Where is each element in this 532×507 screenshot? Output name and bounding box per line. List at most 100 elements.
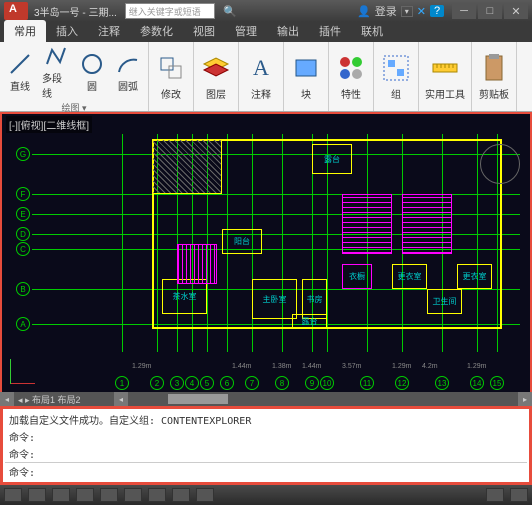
clipboard-button[interactable]: 剪贴板 xyxy=(478,52,510,101)
dim-8: 1.29m xyxy=(467,363,486,370)
room-study: 书房 xyxy=(302,279,327,319)
search-icon[interactable]: 🔍 xyxy=(223,4,237,18)
circle-label: 圆 xyxy=(87,78,97,93)
room-dressing-2: 更衣室 xyxy=(457,264,492,289)
ortho-button[interactable] xyxy=(52,488,70,502)
tab-annotate[interactable]: 注释 xyxy=(88,20,130,42)
line-label: 直线 xyxy=(10,78,30,93)
tab-manage[interactable]: 管理 xyxy=(225,20,267,42)
osnap-button[interactable] xyxy=(100,488,118,502)
cmd-input[interactable]: 命令: xyxy=(5,462,527,480)
layer-icon xyxy=(200,52,232,84)
modify-button[interactable]: 修改 xyxy=(155,52,187,101)
dim-6: 1.29m xyxy=(392,363,411,370)
block-icon xyxy=(290,52,322,84)
otrack-button[interactable] xyxy=(124,488,142,502)
axis-col-9: 9 xyxy=(305,376,319,390)
close-button[interactable]: ✕ xyxy=(504,3,528,19)
snap-button[interactable] xyxy=(4,488,22,502)
workspace-button[interactable] xyxy=(510,488,528,502)
polar-button[interactable] xyxy=(76,488,94,502)
room-bathroom: 卫生间 xyxy=(427,289,462,314)
maximize-button[interactable]: □ xyxy=(478,3,502,19)
circle-button[interactable]: 圆 xyxy=(78,52,106,93)
line-icon xyxy=(8,52,32,76)
ribbon-tabs: 常用 插入 注释 参数化 视图 管理 输出 插件 联机 xyxy=(0,22,532,42)
axis-row-e: E xyxy=(16,207,30,221)
axis-row-a: A xyxy=(16,317,30,331)
group-button[interactable]: 组 xyxy=(380,52,412,101)
axis-col-2: 2 xyxy=(150,376,164,390)
viewport-label[interactable]: [-][俯视][二维线框] xyxy=(6,116,92,133)
layout-tab-bar: ◂ ◂ ▸ 布局1 布局2 ◂ ▸ xyxy=(0,392,532,406)
scroll-left-arrow[interactable]: ◂ xyxy=(114,392,128,406)
hatch-area xyxy=(152,139,222,194)
polyline-label: 多段线 xyxy=(42,70,70,100)
scroll-left-button[interactable]: ◂ xyxy=(0,392,14,406)
axis-col-14: 14 xyxy=(470,376,484,390)
axis-row-g: G xyxy=(16,147,30,161)
utilities-label: 实用工具 xyxy=(425,86,465,101)
window-title: 3半岛一号 - 三期... xyxy=(34,4,117,19)
cmd-history-3: 命令: xyxy=(5,445,527,462)
drawing-canvas[interactable]: [-][俯视][二维线框] G F E D C B A 1 2 3 4 5 6 … xyxy=(0,112,532,392)
dim-7: 4.2m xyxy=(422,363,438,370)
tab-home[interactable]: 常用 xyxy=(4,20,46,42)
viewcube[interactable] xyxy=(480,144,520,184)
axis-col-13: 13 xyxy=(435,376,449,390)
text-icon: A xyxy=(245,52,277,84)
block-button[interactable]: 块 xyxy=(290,52,322,101)
tab-online[interactable]: 联机 xyxy=(351,20,393,42)
command-window[interactable]: 加载自定义文件成功。自定义组: CONTENTEXPLORER 命令: 命令: … xyxy=(0,406,532,485)
axis-col-1: 1 xyxy=(115,376,129,390)
grid-button[interactable] xyxy=(28,488,46,502)
minimize-button[interactable]: ─ xyxy=(452,3,476,19)
line-button[interactable]: 直线 xyxy=(6,52,34,93)
dim-1: 1.29m xyxy=(132,363,151,370)
measure-icon xyxy=(429,52,461,84)
arc-button[interactable]: 圆弧 xyxy=(114,52,142,93)
lwt-button[interactable] xyxy=(196,488,214,502)
tab-plugins[interactable]: 插件 xyxy=(309,20,351,42)
dim-3: 1.38m xyxy=(272,363,291,370)
room-master: 主卧室 xyxy=(252,279,297,319)
utilities-button[interactable]: 实用工具 xyxy=(425,52,465,101)
login-dropdown[interactable]: ▾ xyxy=(401,6,413,17)
axis-row-b: B xyxy=(16,282,30,296)
tab-parametric[interactable]: 参数化 xyxy=(130,20,183,42)
ducs-button[interactable] xyxy=(148,488,166,502)
dyn-button[interactable] xyxy=(172,488,190,502)
annotate-label: 注释 xyxy=(251,86,271,101)
ucs-icon xyxy=(10,354,40,384)
axis-col-10: 10 xyxy=(320,376,334,390)
tab-view[interactable]: 视图 xyxy=(183,20,225,42)
layout-tabs[interactable]: ◂ ▸ 布局1 布局2 xyxy=(14,393,114,406)
arc-icon xyxy=(116,52,140,76)
axis-col-7: 7 xyxy=(245,376,259,390)
stairs-1 xyxy=(342,194,392,254)
group-icon xyxy=(380,52,412,84)
axis-col-15: 15 xyxy=(490,376,504,390)
app-logo-icon[interactable] xyxy=(4,2,28,20)
user-icon: 👤 xyxy=(357,5,371,18)
cmd-history-2: 命令: xyxy=(5,428,527,445)
scroll-right-arrow[interactable]: ▸ xyxy=(518,392,532,406)
tab-insert[interactable]: 插入 xyxy=(46,20,88,42)
polyline-button[interactable]: 多段线 xyxy=(42,44,70,100)
exchange-icon[interactable]: ✕ xyxy=(417,5,426,18)
layer-button[interactable]: 图层 xyxy=(200,52,232,101)
annotate-button[interactable]: A 注释 xyxy=(245,52,277,101)
room-terrace-2: 露台 xyxy=(292,314,327,329)
help-icon[interactable]: ? xyxy=(430,5,444,17)
dim-2: 1.44m xyxy=(232,363,251,370)
properties-button[interactable]: 特性 xyxy=(335,52,367,101)
help-search-input[interactable]: 继入关键字或短语 xyxy=(125,3,215,19)
dim-5: 3.57m xyxy=(342,363,361,370)
axis-col-11: 11 xyxy=(360,376,374,390)
tab-output[interactable]: 输出 xyxy=(267,20,309,42)
login-link[interactable]: 登录 xyxy=(375,3,397,19)
h-scroll-thumb[interactable] xyxy=(168,394,228,404)
model-button[interactable] xyxy=(486,488,504,502)
axis-col-3: 3 xyxy=(170,376,184,390)
block-label: 块 xyxy=(301,86,311,101)
